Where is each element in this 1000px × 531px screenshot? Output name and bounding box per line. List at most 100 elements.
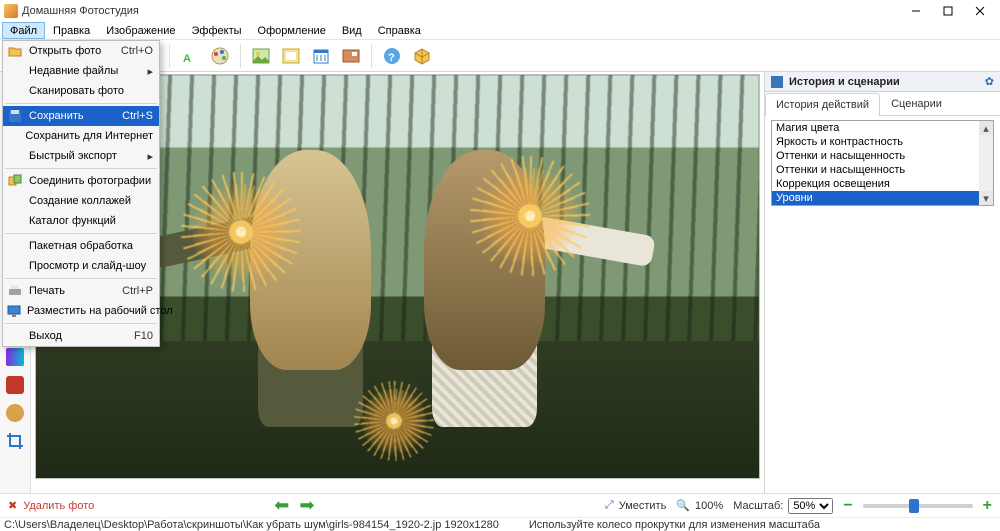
- scale-control: Масштаб: 50%: [733, 498, 833, 514]
- menu-item[interactable]: ВыходF10: [3, 326, 159, 346]
- menu-file[interactable]: Файл: [2, 22, 45, 39]
- menu-item[interactable]: Сохранить Ctrl+S: [3, 106, 159, 126]
- postcard-icon[interactable]: [337, 42, 365, 70]
- frame-icon[interactable]: [277, 42, 305, 70]
- merge-icon: [7, 173, 23, 189]
- menu-item[interactable]: Просмотр и слайд-шоу: [3, 256, 159, 276]
- menu-shortcut: Ctrl+S: [122, 110, 153, 122]
- blank-icon: [7, 83, 23, 99]
- history-scrollbar[interactable]: ▴ ▾: [979, 121, 993, 205]
- scroll-up-icon[interactable]: ▴: [979, 121, 993, 135]
- menu-item[interactable]: Быстрый экспорт▸: [3, 146, 159, 166]
- menu-item[interactable]: Разместить на рабочий стол: [3, 301, 159, 321]
- menu-item[interactable]: Создание коллажей: [3, 191, 159, 211]
- history-panel-title: История и сценарии: [789, 76, 979, 88]
- file-menu-dropdown: Открыть фото Ctrl+O Недавние файлы ▸ Сканиро…: [2, 40, 160, 347]
- toolbar-separator: [371, 44, 372, 68]
- menu-item[interactable]: Открыть фото Ctrl+O: [3, 41, 159, 61]
- history-item-selected[interactable]: Уровни: [772, 191, 993, 205]
- tool-crop-icon[interactable]: [6, 432, 24, 450]
- palette-icon[interactable]: [206, 42, 234, 70]
- window-title: Домашняя Фотостудия: [22, 5, 900, 17]
- history-tabs: История действий Сценарии: [765, 92, 1000, 116]
- fit-button[interactable]: ⤢ Уместить: [605, 499, 666, 512]
- zoom-slider[interactable]: [863, 504, 973, 508]
- save-icon: [7, 108, 23, 124]
- menu-item-label: Быстрый экспорт: [29, 150, 141, 162]
- menu-shortcut: F10: [134, 330, 153, 342]
- zoom-in-button[interactable]: +: [983, 497, 992, 515]
- tool-stamp-icon[interactable]: [6, 376, 24, 394]
- tab-history[interactable]: История действий: [765, 93, 880, 116]
- fit-icon: ⤢: [605, 499, 614, 512]
- prev-image-button[interactable]: ⬅: [274, 495, 289, 516]
- scale-dropdown[interactable]: 50%: [788, 498, 833, 514]
- magnifier-icon: 🔍: [676, 499, 690, 512]
- menu-decoration[interactable]: Оформление: [250, 22, 334, 39]
- menu-item-label: Соединить фотографии: [29, 175, 153, 187]
- zoom-out-button[interactable]: −: [843, 497, 852, 515]
- menu-view[interactable]: Вид: [334, 22, 370, 39]
- close-button[interactable]: [964, 1, 996, 21]
- panel-settings-icon[interactable]: ✿: [985, 75, 994, 88]
- toolbar-separator: [240, 44, 241, 68]
- menu-item[interactable]: Печать Ctrl+P: [3, 281, 159, 301]
- menu-edit[interactable]: Правка: [45, 22, 98, 39]
- blank-icon: [7, 328, 23, 344]
- delete-photo-button[interactable]: ✖ Удалить фото: [8, 499, 94, 512]
- menu-separator: [5, 103, 157, 104]
- menubar: Файл Правка Изображение Эффекты Оформлен…: [0, 22, 1000, 40]
- tab-scenarios[interactable]: Сценарии: [880, 92, 953, 115]
- help-icon[interactable]: ?: [378, 42, 406, 70]
- zoom-100-button[interactable]: 🔍 100%: [676, 499, 723, 512]
- history-panel: История и сценарии ✿ История действий Сц…: [764, 72, 1000, 493]
- menu-item[interactable]: Пакетная обработка: [3, 236, 159, 256]
- menu-item-label: Пакетная обработка: [29, 240, 153, 252]
- image-icon[interactable]: [247, 42, 275, 70]
- blank-icon: [7, 193, 23, 209]
- history-item[interactable]: Яркость и контрастность: [772, 135, 993, 149]
- menu-item-label: Печать: [29, 285, 116, 297]
- menu-help[interactable]: Справка: [370, 22, 429, 39]
- scroll-down-icon[interactable]: ▾: [979, 191, 993, 205]
- desk-icon: [7, 303, 21, 319]
- menu-image[interactable]: Изображение: [98, 22, 183, 39]
- menu-separator: [5, 278, 157, 279]
- blank-icon: [7, 148, 23, 164]
- menu-item-label: Сохранить: [29, 110, 116, 122]
- box-icon[interactable]: [408, 42, 436, 70]
- menu-item-label: Сканировать фото: [29, 85, 153, 97]
- history-item[interactable]: Оттенки и насыщенность: [772, 163, 993, 177]
- blank-icon: [7, 213, 23, 229]
- menu-item[interactable]: Соединить фотографии: [3, 171, 159, 191]
- menu-item[interactable]: Сохранить для Интернет: [3, 126, 159, 146]
- tool-heal-icon[interactable]: [6, 404, 24, 422]
- status-bar: C:\Users\Владелец\Desktop\Работа\скриншо…: [0, 517, 1000, 531]
- minimize-button[interactable]: [900, 1, 932, 21]
- menu-item[interactable]: Сканировать фото: [3, 81, 159, 101]
- menu-item-label: Недавние файлы: [29, 65, 141, 77]
- history-item[interactable]: Оттенки и насыщенность: [772, 149, 993, 163]
- menu-item[interactable]: Недавние файлы ▸: [3, 61, 159, 81]
- menu-effects[interactable]: Эффекты: [184, 22, 250, 39]
- status-filepath: C:\Users\Владелец\Desktop\Работа\скриншо…: [4, 519, 499, 531]
- menu-shortcut: Ctrl+O: [121, 45, 153, 57]
- menu-item-label: Открыть фото: [29, 45, 115, 57]
- calendar-icon[interactable]: [307, 42, 335, 70]
- next-image-button[interactable]: ➡: [299, 495, 314, 516]
- history-item[interactable]: Коррекция освещения: [772, 177, 993, 191]
- svg-text:?: ?: [388, 52, 395, 64]
- text-icon[interactable]: A: [176, 42, 204, 70]
- menu-separator: [5, 168, 157, 169]
- print-icon: [7, 283, 23, 299]
- submenu-arrow-icon: ▸: [147, 65, 153, 78]
- menu-shortcut: Ctrl+P: [122, 285, 153, 297]
- open-icon: [7, 43, 23, 59]
- blank-icon: [7, 128, 19, 144]
- menu-item[interactable]: Каталог функций: [3, 211, 159, 231]
- maximize-button[interactable]: [932, 1, 964, 21]
- history-list[interactable]: Магия цвета Яркость и контрастность Отте…: [771, 120, 994, 206]
- delete-icon: ✖: [8, 499, 17, 512]
- history-item[interactable]: Магия цвета: [772, 121, 993, 135]
- tool-levels-icon[interactable]: [6, 348, 24, 366]
